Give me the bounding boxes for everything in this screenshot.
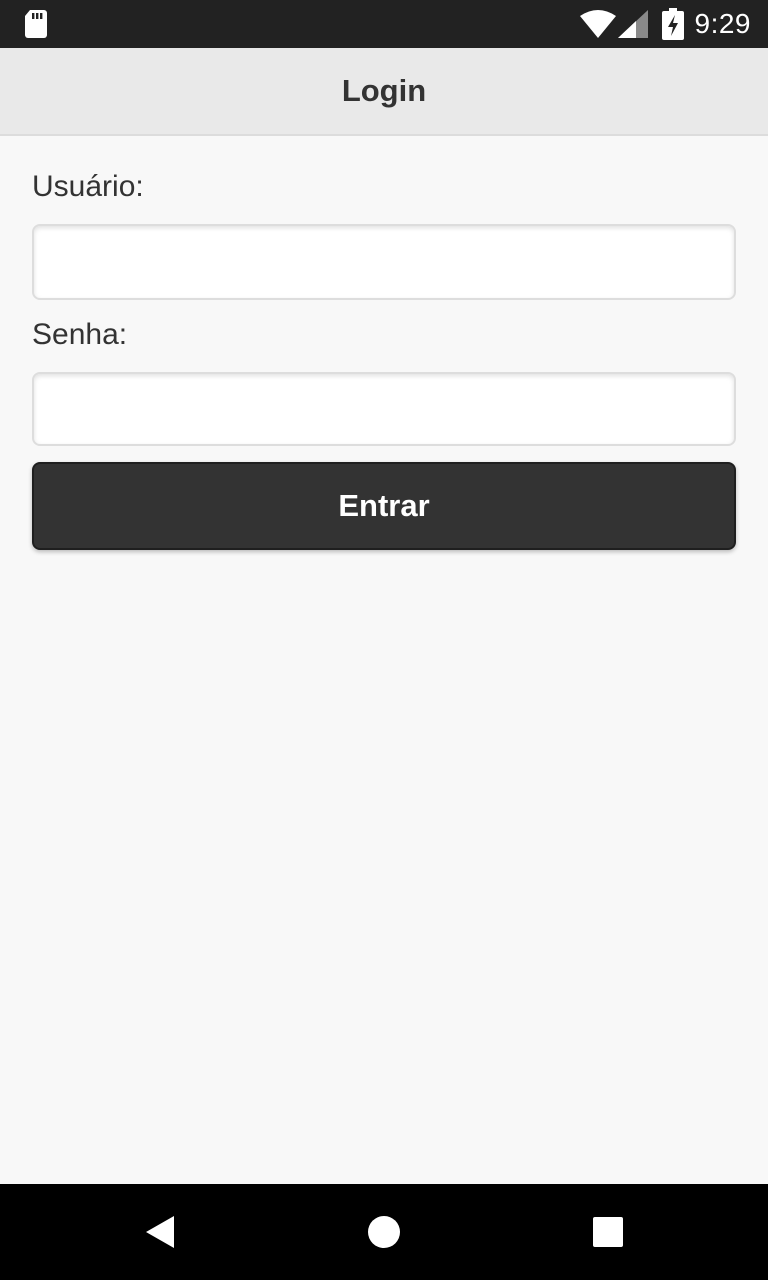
app-header: Login — [0, 48, 768, 136]
wifi-icon — [580, 10, 616, 38]
password-label: Senha: — [32, 318, 128, 351]
status-clock: 9:29 — [694, 8, 751, 39]
navigation-bar — [0, 1184, 768, 1280]
home-icon[interactable] — [366, 1214, 402, 1250]
recents-icon[interactable] — [592, 1216, 624, 1248]
page-title: Login — [341, 73, 427, 108]
back-icon[interactable] — [142, 1212, 182, 1252]
status-bar: 9:29 — [0, 0, 768, 48]
battery-charging-icon — [662, 8, 684, 40]
password-input[interactable] — [32, 372, 736, 446]
username-input[interactable] — [32, 224, 736, 300]
sd-card-icon — [25, 10, 47, 38]
username-label: Usuário: — [32, 170, 144, 203]
login-button[interactable]: Entrar — [32, 462, 736, 550]
cell-signal-icon — [618, 10, 648, 38]
